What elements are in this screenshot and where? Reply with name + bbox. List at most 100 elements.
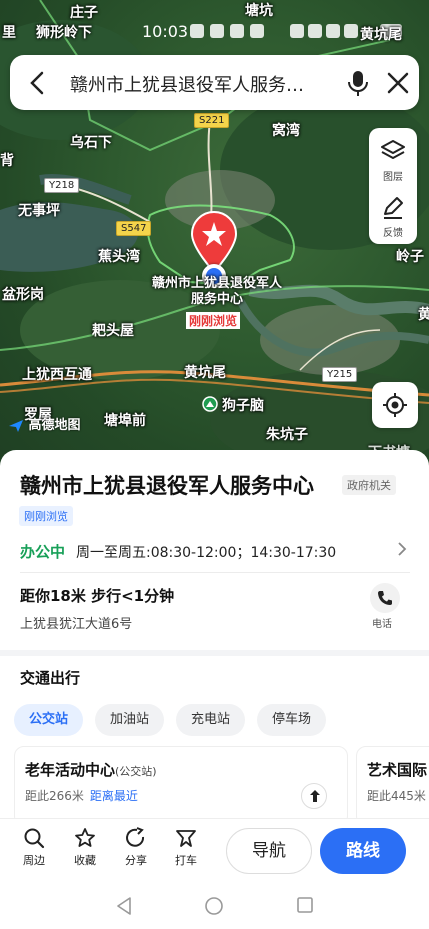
chip-bus-stop[interactable]: 公交站: [14, 704, 84, 736]
map-label: 黄坑尾: [184, 365, 226, 381]
card-type: (公交站): [115, 765, 157, 778]
favorite-button[interactable]: 收藏: [65, 827, 105, 868]
map-label: 朱坑子: [266, 427, 308, 443]
card-distance-row: 距此266米 距离最近: [25, 787, 138, 804]
edit-icon: [384, 197, 403, 219]
card-title: 老年活动中心: [25, 761, 116, 779]
chip-charging-station[interactable]: 充电站: [176, 704, 246, 736]
amap-logo-icon: [9, 419, 23, 432]
crosshair-icon: [383, 393, 407, 417]
amap-logo: 高德地图: [8, 414, 81, 433]
address: 上犹县犹江大道6号: [20, 617, 133, 632]
route-button[interactable]: 路线: [320, 828, 406, 874]
chevron-right-icon: [398, 542, 407, 556]
nearby-label: 周边: [23, 854, 45, 867]
poi-title: 赣州市上犹县退役军人服务中心: [20, 474, 314, 498]
map-label: 背: [0, 153, 14, 169]
chip-parking[interactable]: 停车场: [257, 704, 327, 736]
navigate-button[interactable]: 导航: [226, 828, 312, 874]
road-tag: Y215: [322, 367, 358, 382]
map-label: 乌石下: [70, 135, 112, 151]
taxi-icon: [176, 830, 196, 847]
map-label: 岭子: [396, 249, 424, 265]
notification-icon: [230, 24, 244, 38]
distance-info: 距你18米 步行<1分钟: [20, 587, 175, 605]
amap-logo-text: 高德地图: [28, 418, 81, 433]
map-label: 上犹西互通: [22, 367, 92, 383]
transit-card[interactable]: 老年活动中心(公交站) 距此266米 距离最近: [14, 746, 348, 826]
notification-icon: [190, 24, 204, 38]
system-navigation-bar: [0, 882, 429, 929]
layers-button[interactable]: 图层: [369, 130, 417, 186]
taxi-label: 打车: [175, 854, 197, 867]
taxi-button[interactable]: 打车: [166, 827, 206, 868]
map-label: 黄坑尾: [360, 27, 402, 43]
transit-card[interactable]: 艺术国际 距此445米: [356, 746, 429, 826]
card-distance: 距此445米: [367, 789, 426, 803]
map-label: 狮形岭下: [36, 25, 92, 41]
map-label: 黄: [418, 307, 429, 323]
opening-hours: 周一至周五:08:30-12:00；14:30-17:30: [76, 545, 337, 561]
back-arrow-icon[interactable]: [22, 67, 54, 99]
road-tag: S221: [194, 113, 230, 128]
map-viewed-tag: 刚刚浏览: [186, 312, 241, 329]
map-label: 塘坑: [245, 3, 273, 19]
map-label: 蕉头湾: [98, 249, 140, 265]
map-label: 狗子脑: [222, 398, 264, 414]
bottom-action-bar: 周边 收藏 分享 打车 导航 路线: [0, 818, 429, 882]
wifi-icon: [326, 24, 340, 38]
layers-label: 图层: [383, 172, 403, 183]
poi-detail-sheet: 赣州市上犹县退役军人服务中心 政府机关 刚刚浏览 办公中 周一至周五:08:30…: [0, 450, 429, 650]
feedback-label: 反馈: [383, 228, 403, 239]
card-title: 艺术国际: [367, 761, 428, 779]
transit-section: 交通出行 公交站 加油站 充电站 停车场 老年活动中心(公交站) 距此266米距…: [0, 656, 429, 826]
phone-label: 电话: [372, 619, 392, 630]
open-status: 办公中: [20, 543, 66, 561]
notification-icon: [250, 24, 264, 38]
share-label: 分享: [125, 854, 147, 867]
card-distance-row: 距此445米: [367, 787, 426, 804]
nearby-button[interactable]: 周边: [14, 827, 54, 868]
feedback-button[interactable]: 反馈: [369, 186, 417, 242]
search-input[interactable]: 赣州市上犹县退役军人服务…: [70, 71, 332, 97]
divider: [20, 572, 410, 573]
card-name: 艺术国际: [367, 759, 427, 780]
status-time: 10:03: [142, 22, 189, 41]
map-side-tools: 图层 反馈: [369, 128, 417, 244]
phone-icon: [378, 591, 392, 605]
map-poi-label: 赣州市上犹县退役军人服务中心: [152, 276, 283, 307]
opening-hours-row[interactable]: 办公中 周一至周五:08:30-12:00；14:30-17:30: [0, 530, 429, 570]
signal-icon: [344, 24, 358, 38]
system-recents-icon[interactable]: [296, 896, 314, 914]
card-nearest-tag: 距离最近: [89, 789, 138, 803]
map-label: 庄子: [70, 5, 98, 21]
close-icon[interactable]: [382, 67, 414, 99]
map-label: 盆形岗: [2, 287, 44, 303]
chip-gas-station[interactable]: 加油站: [95, 704, 165, 736]
map-view[interactable]: 10:03 庄子 里 狮形岭下 塘坑 黄坑尾 乌石下 窝湾 背 无事坪 蕉头湾 …: [0, 0, 429, 470]
directions-button[interactable]: [301, 783, 327, 809]
system-back-icon[interactable]: [115, 896, 133, 916]
map-label: 窝湾: [272, 123, 300, 139]
microphone-icon[interactable]: [342, 67, 374, 99]
system-home-icon[interactable]: [204, 896, 224, 916]
map-label: 塘埠前: [104, 413, 146, 429]
share-icon: [126, 827, 145, 847]
locate-me-button[interactable]: [372, 382, 418, 428]
map-label: 耙头屋: [92, 323, 134, 339]
search-icon: [24, 828, 45, 849]
share-button[interactable]: 分享: [116, 827, 156, 868]
phone-button[interactable]: [370, 583, 400, 613]
star-icon: [75, 828, 95, 847]
transit-title: 交通出行: [20, 669, 81, 687]
road-tag: S547: [116, 221, 152, 236]
layers-icon: [381, 140, 405, 159]
search-bar[interactable]: 赣州市上犹县退役军人服务…: [10, 55, 419, 110]
poi-marker-icon[interactable]: [202, 396, 218, 412]
turn-arrow-icon: [310, 790, 320, 802]
alarm-icon: [290, 24, 304, 38]
card-distance: 距此266米: [25, 789, 84, 803]
map-label: 里: [2, 25, 16, 41]
location-icon: [308, 24, 322, 38]
favorite-label: 收藏: [74, 854, 96, 867]
